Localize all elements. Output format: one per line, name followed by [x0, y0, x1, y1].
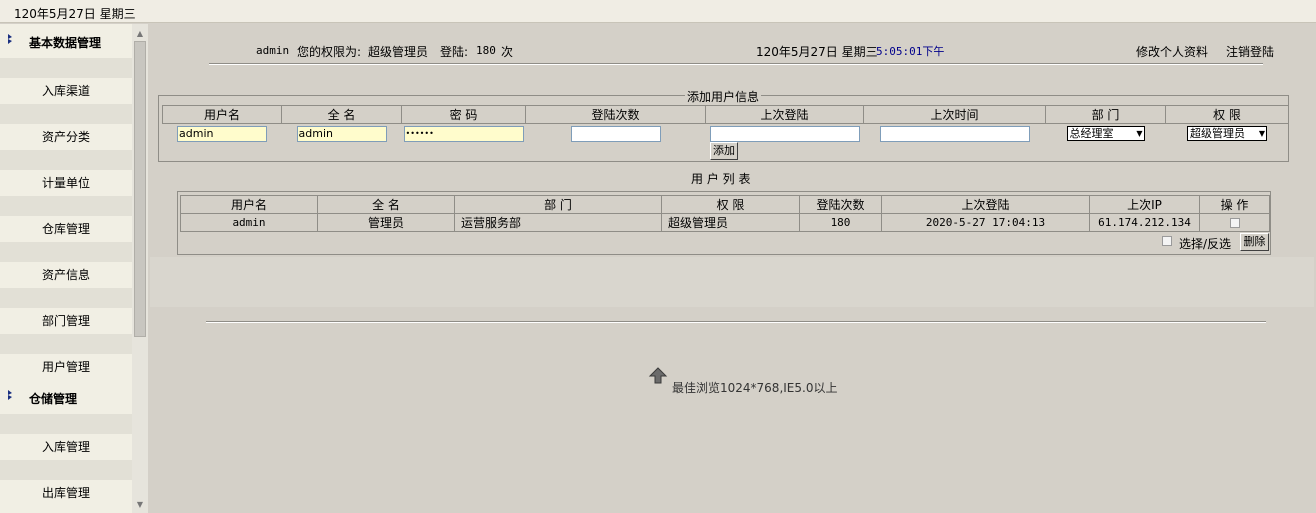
- list-col-role: 权 限: [661, 195, 800, 214]
- scroll-up-icon[interactable]: ▲: [132, 26, 148, 42]
- sidebar: 基本数据管理 入库渠道 资产分类 计量单位 仓库管理 资产信息 部门管理 用户管…: [0, 24, 132, 513]
- sidebar-item-outbound[interactable]: 出库管理: [0, 480, 132, 506]
- sidebar-item-unit[interactable]: 计量单位: [0, 170, 132, 196]
- cell-username: admin: [180, 213, 318, 232]
- footer-divider: [206, 321, 1266, 323]
- row-checkbox[interactable]: [1229, 218, 1240, 228]
- last-time-input[interactable]: [879, 125, 1030, 142]
- cell-last-login: 2020-5-27 17:04:13: [881, 213, 1090, 232]
- fullname-input[interactable]: admin: [296, 125, 387, 142]
- header-login-label: 登陆:: [440, 45, 469, 59]
- sidebar-section-label: 基本数据管理: [29, 36, 102, 50]
- sidebar-scrollbar[interactable]: ▲ ▼: [132, 24, 148, 513]
- expand-arrow-icon: [8, 390, 12, 400]
- user-list-table: 用户名 全 名 部 门 权 限 登陆次数 上次登陆 上次IP 操 作 admin…: [180, 195, 1270, 232]
- list-col-actions: 操 作: [1199, 195, 1270, 214]
- header-login-count: 180: [476, 44, 496, 57]
- browser-tip: 最佳浏览1024*768,IE5.0以上: [672, 381, 838, 395]
- sidebar-section-basic-data[interactable]: 基本数据管理: [0, 24, 132, 58]
- cell-actions: [1199, 213, 1270, 232]
- username-input[interactable]: admin: [177, 125, 267, 142]
- password-input[interactable]: ••••••: [403, 125, 524, 142]
- list-col-fullname: 全 名: [317, 195, 455, 214]
- header-role: 超级管理员: [368, 45, 429, 59]
- select-toggle-label[interactable]: 选择/反选: [1179, 235, 1231, 252]
- col-username: 用户名: [162, 105, 282, 124]
- cell-last-ip: 61.174.212.134: [1089, 213, 1200, 232]
- list-col-last-login: 上次登陆: [881, 195, 1090, 214]
- list-col-last-ip: 上次IP: [1089, 195, 1200, 214]
- sidebar-item-asset-info[interactable]: 资产信息: [0, 262, 132, 288]
- col-last-login: 上次登陆: [705, 105, 864, 124]
- sidebar-item-warehouse[interactable]: 仓库管理: [0, 216, 132, 242]
- logout-link[interactable]: 注销登陆: [1226, 43, 1274, 60]
- list-col-username: 用户名: [180, 195, 318, 214]
- add-user-table: 用户名 全 名 密 码 登陆次数 上次登陆 上次时间 部 门 权 限 admin…: [162, 105, 1289, 144]
- top-date: 120年5月27日 星期三: [14, 7, 136, 21]
- header-permission-label: 您的权限为:: [297, 45, 362, 59]
- col-login-count: 登陆次数: [525, 105, 706, 124]
- department-select[interactable]: 总经理室 ▼: [1066, 126, 1145, 142]
- col-fullname: 全 名: [281, 105, 402, 124]
- sidebar-item-inbound-channel[interactable]: 入库渠道: [0, 78, 132, 104]
- sidebar-item-department[interactable]: 部门管理: [0, 308, 132, 334]
- add-button[interactable]: 添加: [710, 142, 738, 160]
- sidebar-item-inbound[interactable]: 入库管理: [0, 434, 132, 460]
- cell-role: 超级管理员: [661, 213, 800, 232]
- main-content: admin 您的权限为: 超级管理员 登陆: 180 次 120年5月27日 星…: [148, 24, 1316, 513]
- user-list-title: 用 户 列 表: [691, 172, 751, 186]
- col-department: 部 门: [1045, 105, 1166, 124]
- delete-button[interactable]: 删除: [1240, 233, 1269, 251]
- scroll-down-icon[interactable]: ▼: [132, 497, 148, 513]
- edit-profile-link[interactable]: 修改个人资料: [1136, 43, 1208, 60]
- table-row: admin 管理员 运营服务部 超级管理员 180 2020-5-27 17:0…: [180, 213, 1270, 232]
- empty-band: [150, 257, 1314, 307]
- last-login-input[interactable]: [709, 125, 860, 142]
- col-last-time: 上次时间: [863, 105, 1046, 124]
- add-user-legend: 添加用户信息: [685, 88, 762, 105]
- select-all-checkbox[interactable]: [1162, 236, 1172, 246]
- header-count-unit: 次: [501, 45, 514, 59]
- role-select[interactable]: 超级管理员 ▼: [1187, 126, 1267, 142]
- header-username: admin: [256, 44, 290, 57]
- scroll-thumb[interactable]: [134, 41, 146, 337]
- header-time: 5:05:01下午: [876, 45, 945, 58]
- cell-login-count: 180: [799, 213, 882, 232]
- sidebar-section-storage[interactable]: 仓储管理: [0, 380, 132, 414]
- header-date: 120年5月27日 星期三: [756, 45, 878, 59]
- list-col-login-count: 登陆次数: [799, 195, 882, 214]
- login-count-input[interactable]: [570, 125, 661, 142]
- expand-arrow-icon: [8, 34, 12, 44]
- col-role: 权 限: [1165, 105, 1289, 124]
- sidebar-item-users[interactable]: 用户管理: [0, 354, 132, 380]
- col-password: 密 码: [401, 105, 526, 124]
- top-bar: 120年5月27日 星期三: [0, 0, 1316, 23]
- cell-fullname: 管理员: [317, 213, 455, 232]
- up-arrow-icon: [648, 367, 668, 384]
- sidebar-section-label: 仓储管理: [29, 392, 78, 406]
- header-divider: [209, 63, 1263, 65]
- cell-department: 运营服务部: [454, 213, 662, 232]
- sidebar-item-asset-category[interactable]: 资产分类: [0, 124, 132, 150]
- list-col-department: 部 门: [454, 195, 662, 214]
